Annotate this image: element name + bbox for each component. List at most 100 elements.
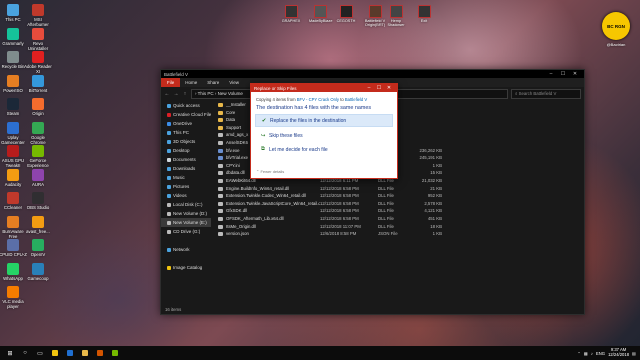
desktop-icon[interactable]: Adobe Reader XI xyxy=(24,51,52,74)
up-icon[interactable]: ↑ xyxy=(182,91,188,97)
tab-view[interactable]: View xyxy=(224,80,244,85)
nav-label: Videos xyxy=(173,193,187,198)
nav-item[interactable]: Videos xyxy=(161,191,211,200)
nav-item[interactable]: 3D Objects xyxy=(161,137,211,146)
desktop-icon[interactable]: BitTorrent xyxy=(24,74,52,93)
desktop-icon[interactable]: Gamecoop xyxy=(24,262,52,281)
dialog-option[interactable]: ↪ Skip these files xyxy=(255,130,393,141)
desktop-icon[interactable]: Google Chrome xyxy=(24,121,52,145)
notifications-icon[interactable]: ▤ xyxy=(632,351,636,356)
nav-item[interactable]: Pictures xyxy=(161,182,211,191)
source-link[interactable]: BFV - CPY Crack Only xyxy=(297,97,339,102)
taskbar-app-icon[interactable] xyxy=(65,348,75,358)
close-icon[interactable]: ✕ xyxy=(384,85,394,91)
nav-item[interactable]: Local Disk (C:) xyxy=(161,200,211,209)
desktop-shortcut[interactable]: MadeByBlaze xyxy=(309,5,332,23)
desktop-icon[interactable]: Steam xyxy=(0,98,27,116)
desktop-icon[interactable]: PowerISO xyxy=(0,74,27,93)
nav-item[interactable]: CD Drive (G:) xyxy=(161,227,211,236)
tab-share[interactable]: Share xyxy=(202,80,224,85)
desktop-icon[interactable]: Revo Uninstaller xyxy=(24,27,52,51)
nav-item[interactable]: This PC xyxy=(161,128,211,137)
address-path: › This PC › New Volume xyxy=(195,91,243,96)
language-indicator[interactable]: ENG xyxy=(596,351,605,356)
taskbar-app-icon[interactable] xyxy=(50,348,60,358)
network-icon[interactable]: ▦ xyxy=(584,351,588,356)
desktop-shortcut[interactable]: Hemp Shadower xyxy=(385,5,407,27)
start-button[interactable]: ⊞ xyxy=(5,348,15,358)
nav-item[interactable]: New Volume (D:) xyxy=(161,209,211,218)
nav-item[interactable]: Image Catalog xyxy=(161,263,211,272)
volume-icon[interactable]: ♪ xyxy=(591,351,593,356)
nav-label: Creative Cloud Files xyxy=(173,112,211,117)
file-icon xyxy=(218,201,223,206)
minimize-icon[interactable]: – xyxy=(364,85,374,91)
search-input[interactable]: ⌕ Search Battlefield V xyxy=(511,88,581,99)
nav-item[interactable]: OneDrive xyxy=(161,119,211,128)
desktop-icon[interactable]: AURA xyxy=(24,168,52,187)
maximize-icon[interactable]: ☐ xyxy=(557,71,569,77)
dialog-option[interactable]: ✔ Replace the files in the destination xyxy=(255,114,393,127)
desktop-icon[interactable]: OBS Studio xyxy=(24,192,52,210)
desktop-icon[interactable]: VLC media player xyxy=(0,286,27,309)
nav-icon xyxy=(167,229,171,234)
task-view-icon[interactable]: ▭ xyxy=(35,348,45,358)
desktop-icon[interactable]: MSI Afterburner xyxy=(24,4,52,27)
search-icon[interactable]: ○ xyxy=(20,348,30,358)
minimize-icon[interactable]: – xyxy=(545,71,557,77)
tab-home[interactable]: Home xyxy=(180,80,202,85)
nav-item[interactable]: New Volume (E:) xyxy=(161,218,211,227)
desktop-icon[interactable]: ASUS GPU TweakII xyxy=(0,145,27,168)
back-icon[interactable]: ← xyxy=(164,91,170,97)
desktop-shortcut[interactable]: Battlefield V Origin(BRT) xyxy=(364,5,386,27)
desktop-shortcut[interactable]: CEGOSTH xyxy=(335,5,357,23)
destination-link[interactable]: Battlefield V xyxy=(345,97,367,102)
nav-icon xyxy=(167,112,171,117)
nav-item[interactable]: Desktop xyxy=(161,146,211,155)
desktop-icon[interactable]: CPUID CPU-Z xyxy=(0,239,27,257)
close-icon[interactable]: ✕ xyxy=(569,71,581,77)
nav-item[interactable]: Quick access xyxy=(161,101,211,110)
desktop-shortcut[interactable]: Exit xyxy=(413,5,435,23)
desktop-icon[interactable]: Recycle Bin xyxy=(0,51,27,69)
file-row[interactable]: version.json 12/6/2018 8:58 PM JSON File 1 … xyxy=(216,230,581,238)
desktop-icon[interactable]: Audacity xyxy=(0,168,27,187)
forward-icon[interactable]: → xyxy=(173,91,179,97)
tray-chevron-icon[interactable]: ⌃ xyxy=(577,351,581,356)
desktop-icon[interactable]: WhatsApp xyxy=(0,262,27,281)
file-row[interactable]: Extension.Twinkle.Codec_Win64_retail.dll… xyxy=(216,192,581,200)
nav-item[interactable]: Network xyxy=(161,245,211,254)
desktop-icon[interactable]: OpenIV xyxy=(24,239,52,257)
taskbar-app-icon[interactable] xyxy=(95,348,105,358)
dialog-titlebar[interactable]: Replace or Skip Files – ☐ ✕ xyxy=(251,84,397,92)
file-row[interactable]: GfxSDK.dll 12/12/2018 6:58 PM DLL File 4,12… xyxy=(216,207,581,215)
nav-item[interactable]: Downloads xyxy=(161,164,211,173)
desktop-icon[interactable]: GeForce Experience xyxy=(24,145,52,168)
nav-item[interactable]: Creative Cloud Files xyxy=(161,110,211,119)
nav-label: CD Drive (G:) xyxy=(173,229,201,234)
taskbar-app-icon[interactable] xyxy=(80,348,90,358)
desktop-icon[interactable]: This PC xyxy=(0,4,27,22)
desktop-shortcut[interactable]: GRAPHEX xyxy=(280,5,302,23)
desktop-icon[interactable]: Grammarly xyxy=(0,27,27,46)
desktop-icon-label: Adobe Reader XI xyxy=(24,64,52,74)
file-row[interactable]: Engine.BuildInfo_Win64_retail.dll 12/12/2… xyxy=(216,185,581,193)
taskbar-app-icon[interactable] xyxy=(110,348,120,358)
desktop-icon[interactable]: BurnAware Free xyxy=(0,215,27,239)
window-titlebar[interactable]: Battlefield V – ☐ ✕ xyxy=(161,70,584,78)
fewer-details-toggle[interactable]: ⌃ Fewer details xyxy=(256,169,284,174)
clock[interactable]: 9:37 AM 12/24/2018 xyxy=(608,348,629,357)
dialog-option[interactable]: ⧉ Let me decide for each file xyxy=(255,144,393,155)
desktop-icon[interactable]: Uplay Gamecenter xyxy=(0,121,27,145)
desktop-icon[interactable]: Origin xyxy=(24,98,52,116)
desktop-icon[interactable]: avast_free... xyxy=(24,215,52,234)
nav-item[interactable]: Documents xyxy=(161,155,211,164)
desktop-icon[interactable]: CCleaner xyxy=(0,192,27,210)
file-name-text: __Installer xyxy=(226,102,246,107)
maximize-icon[interactable]: ☐ xyxy=(374,85,384,91)
file-row[interactable]: Extension.Twinkle.JavaScriptCore_Win64_r… xyxy=(216,200,581,208)
file-row[interactable]: OFSDK_Aftermath_Lib.x64.dll 12/12/2018 6:… xyxy=(216,215,581,223)
tab-file[interactable]: File xyxy=(161,78,181,87)
file-row[interactable]: ItsMe_Origin.dll 12/12/2018 11:07 PM DLL F… xyxy=(216,223,581,231)
nav-item[interactable]: Music xyxy=(161,173,211,182)
